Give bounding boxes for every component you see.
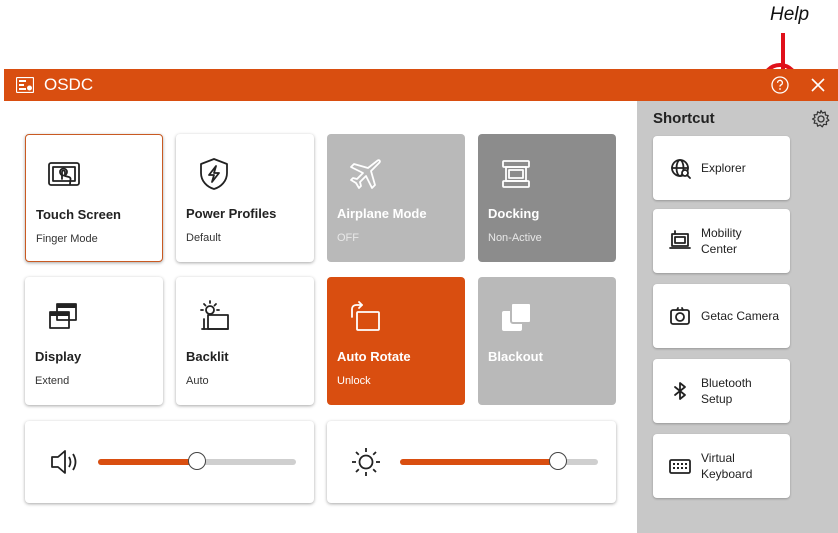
docking-icon: [502, 160, 530, 188]
shortcut-mobility-center[interactable]: Mobility Center: [653, 209, 790, 273]
tile-airplane-mode[interactable]: Airplane Mode OFF: [327, 134, 465, 262]
shortcut-getac-camera[interactable]: Getac Camera: [653, 284, 790, 348]
brightness-fill: [400, 459, 559, 465]
volume-thumb[interactable]: [188, 452, 206, 470]
tile-title: Airplane Mode: [337, 206, 427, 221]
volume-fill: [98, 459, 197, 465]
osdc-window: OSDC Touch Screen Finger Mode Power Profil…: [4, 69, 838, 533]
shortcut-bluetooth-setup[interactable]: Bluetooth Setup: [653, 359, 790, 423]
tile-title: Docking: [488, 206, 540, 221]
help-icon[interactable]: [770, 75, 790, 95]
tile-blackout[interactable]: Blackout: [478, 277, 616, 405]
brightness-slider[interactable]: [400, 452, 598, 470]
tile-subtitle: Default: [186, 232, 221, 244]
volume-slider[interactable]: [98, 452, 296, 470]
close-icon[interactable]: [804, 71, 832, 99]
tile-touch-screen[interactable]: Touch Screen Finger Mode: [25, 134, 163, 262]
airplane-icon: [350, 159, 381, 189]
shortcut-label: Virtual Keyboard: [701, 451, 753, 481]
shortcut-title: Shortcut: [653, 110, 715, 127]
tile-title: Auto Rotate: [337, 349, 411, 364]
shortcut-label: Explorer: [701, 161, 746, 175]
touch-screen-icon: [48, 162, 80, 186]
tile-docking[interactable]: Docking Non-Active: [478, 134, 616, 262]
camera-icon: [670, 307, 690, 325]
shortcut-label: Mobility Center: [701, 226, 742, 256]
tile-title: Blackout: [488, 349, 543, 364]
tile-title: Power Profiles: [186, 206, 277, 221]
brightness-thumb[interactable]: [549, 452, 568, 470]
bluetooth-icon: [674, 382, 686, 400]
window-title: OSDC: [44, 75, 94, 94]
shortcut-label: Bluetooth Setup: [701, 376, 752, 406]
globe-icon: [671, 159, 691, 179]
title-bar: OSDC: [4, 69, 838, 101]
power-shield-icon: [200, 158, 228, 190]
rotate-icon: [351, 301, 380, 331]
mobility-center-icon: [669, 230, 691, 249]
tile-subtitle: Unlock: [337, 375, 371, 387]
tile-title: Backlit: [186, 349, 229, 364]
tile-subtitle: Auto: [186, 375, 209, 387]
tile-subtitle: Extend: [35, 375, 70, 387]
blackout-icon: [502, 302, 532, 331]
tile-auto-rotate[interactable]: Auto Rotate Unlock: [327, 277, 465, 405]
tile-title: Display: [35, 349, 82, 364]
sun-icon: [352, 448, 380, 476]
shortcut-panel: Shortcut Explorer Mobility Center Getac Ca…: [637, 101, 838, 533]
brightness-slider-card: [327, 421, 616, 503]
tile-display[interactable]: Display Extend: [25, 277, 163, 405]
tile-power-profiles[interactable]: Power Profiles Default: [176, 134, 314, 262]
help-annotation-label: Help: [770, 4, 810, 25]
volume-slider-card: [25, 421, 314, 503]
tile-subtitle: OFF: [337, 232, 359, 244]
tile-title: Touch Screen: [36, 207, 122, 222]
tile-subtitle: Non-Active: [488, 232, 542, 244]
gear-icon[interactable]: [811, 109, 831, 129]
keyboard-icon: [669, 459, 691, 474]
shortcut-label: Getac Camera: [701, 309, 780, 323]
shortcut-explorer[interactable]: Explorer: [653, 136, 790, 200]
backlit-icon: [200, 300, 229, 330]
shortcut-virtual-keyboard[interactable]: Virtual Keyboard: [653, 434, 790, 498]
display-icon: [49, 303, 77, 329]
tile-backlit[interactable]: Backlit Auto: [176, 277, 314, 405]
app-icon: [16, 77, 34, 93]
tile-subtitle: Finger Mode: [36, 233, 98, 245]
speaker-icon: [51, 450, 77, 474]
